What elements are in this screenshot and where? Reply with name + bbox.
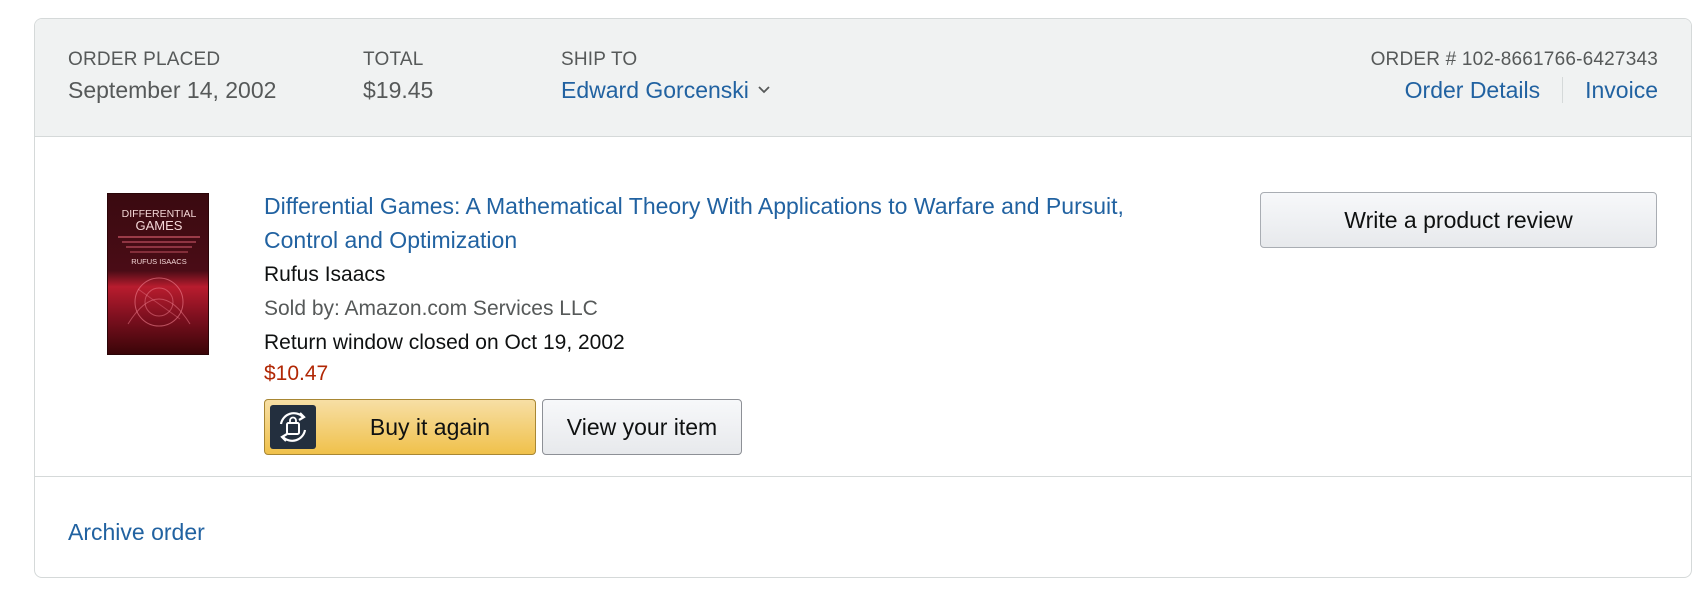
link-divider — [1562, 77, 1564, 103]
total-column: TOTAL $19.45 — [363, 49, 433, 105]
order-card: ORDER PLACED September 14, 2002 TOTAL $1… — [34, 18, 1692, 578]
order-placed-date: September 14, 2002 — [68, 77, 277, 103]
order-placed-column: ORDER PLACED September 14, 2002 — [68, 49, 276, 105]
ship-to-label: SHIP TO — [561, 49, 638, 70]
total-amount: $19.45 — [363, 77, 434, 103]
item-price: $10.47 — [264, 362, 329, 385]
order-item: DIFFERENTIAL GAMES RUFUS ISAACS Differen… — [35, 137, 1691, 477]
cover-author: RUFUS ISAACS — [131, 257, 186, 266]
order-number: ORDER # 102-8661766-6427343 — [1370, 49, 1658, 70]
ship-to-dropdown[interactable]: Edward Gorcenski — [561, 75, 771, 105]
order-header: ORDER PLACED September 14, 2002 TOTAL $1… — [35, 19, 1691, 137]
ship-to-column: SHIP TO Edward Gorcenski — [561, 49, 771, 105]
order-number-column: ORDER # 102-8661766-6427343 Order Detail… — [1371, 49, 1658, 105]
order-links: Order Details Invoice — [1371, 75, 1658, 105]
buy-again-bag-icon — [270, 405, 316, 449]
sold-by: Sold by: Amazon.com Services LLC — [264, 297, 598, 320]
item-actions: Buy it again View your item — [264, 399, 1164, 455]
archive-order-link[interactable]: Archive order — [68, 517, 205, 547]
order-placed-label: ORDER PLACED — [68, 49, 221, 70]
ship-to-name: Edward Gorcenski — [561, 77, 749, 103]
view-your-item-button[interactable]: View your item — [542, 399, 742, 455]
invoice-link[interactable]: Invoice — [1585, 75, 1658, 105]
book-cover-art: DIFFERENTIAL GAMES RUFUS ISAACS — [118, 208, 200, 327]
return-window-status: Return window closed on Oct 19, 2002 — [264, 331, 625, 354]
total-label: TOTAL — [363, 49, 424, 70]
item-details: Differential Games: A Mathematical Theor… — [264, 189, 1164, 455]
cover-title-line2: GAMES — [136, 218, 183, 233]
product-author: Rufus Isaacs — [264, 263, 386, 286]
product-title-link[interactable]: Differential Games: A Mathematical Theor… — [264, 189, 1164, 257]
product-image[interactable]: DIFFERENTIAL GAMES RUFUS ISAACS — [107, 193, 209, 355]
write-product-review-button[interactable]: Write a product review — [1260, 192, 1657, 248]
chevron-down-icon — [758, 86, 770, 94]
buy-it-again-label: Buy it again — [369, 414, 491, 440]
order-details-link[interactable]: Order Details — [1405, 75, 1540, 105]
ship-to-link[interactable]: Edward Gorcenski — [561, 75, 771, 105]
buy-it-again-button[interactable]: Buy it again — [264, 399, 536, 455]
